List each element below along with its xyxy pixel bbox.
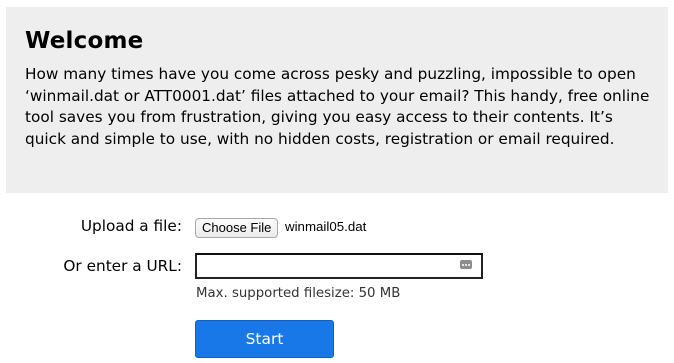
upload-file-label: Upload a file: — [80, 217, 182, 235]
url-input[interactable] — [195, 253, 483, 279]
max-filesize-note: Max. supported filesize: 50 MB — [196, 286, 401, 301]
welcome-panel: Welcome How many times have you come acr… — [6, 7, 668, 193]
choose-file-button[interactable]: Choose File — [195, 218, 279, 238]
welcome-title: Welcome — [25, 28, 144, 54]
autofill-key-icon[interactable] — [460, 260, 472, 269]
chosen-file-name: winmail05.dat — [285, 219, 367, 234]
url-label: Or enter a URL: — [63, 257, 182, 275]
start-button[interactable]: Start — [195, 320, 334, 358]
welcome-description: How many times have you come across pesk… — [25, 65, 650, 148]
